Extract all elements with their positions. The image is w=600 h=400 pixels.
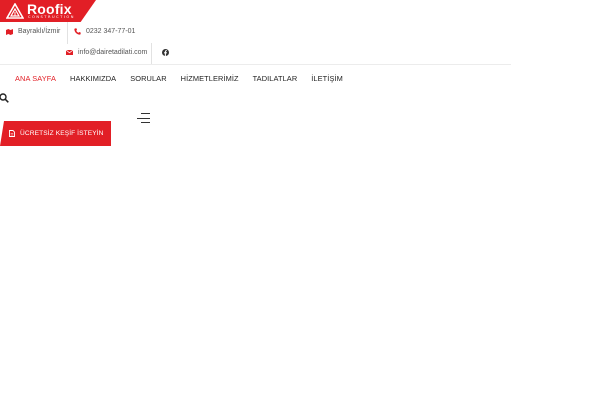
location-text: Bayraklı/İzmir (18, 28, 61, 35)
phone-text[interactable]: 0232 347-77-01 (86, 28, 135, 35)
phone-info[interactable]: 0232 347-77-01 (74, 28, 135, 35)
free-inspection-button[interactable]: ÜCRETSİZ KEŞİF İSTEYİN (0, 121, 111, 146)
main-nav: ANA SAYFA HAKKIMIZDA SORULAR HİZMETLERİM… (15, 74, 357, 83)
nav-item-contact[interactable]: İLETİŞİM (311, 74, 343, 83)
nav-item-renovations[interactable]: TADILATLAR (253, 74, 298, 83)
nav-item-about[interactable]: HAKKIMIZDA (70, 74, 116, 83)
divider (151, 43, 152, 64)
facebook-icon[interactable] (162, 49, 169, 56)
brand-name: Roofix (27, 1, 72, 18)
nav-item-services[interactable]: HİZMETLERİMİZ (181, 74, 239, 83)
nav-item-faq[interactable]: SORULAR (130, 74, 166, 83)
map-icon (6, 28, 13, 35)
divider (67, 22, 68, 44)
email-text[interactable]: info@dairetadilati.com (78, 49, 147, 56)
document-icon (9, 130, 15, 137)
email-info[interactable]: info@dairetadilati.com (66, 49, 147, 56)
nav-item-home[interactable]: ANA SAYFA (15, 74, 56, 83)
logo[interactable]: Roofix CONSTRUCTION (6, 2, 75, 20)
envelope-icon (66, 50, 73, 55)
roof-logo-icon (6, 3, 24, 19)
phone-icon (74, 28, 81, 35)
header-divider (0, 64, 511, 65)
cta-label: ÜCRETSİZ KEŞİF İSTEYİN (20, 130, 104, 137)
brand-tagline: CONSTRUCTION (28, 15, 75, 20)
hamburger-menu-icon[interactable] (137, 113, 150, 123)
search-icon[interactable] (0, 93, 9, 103)
location-info: Bayraklı/İzmir (6, 28, 60, 35)
